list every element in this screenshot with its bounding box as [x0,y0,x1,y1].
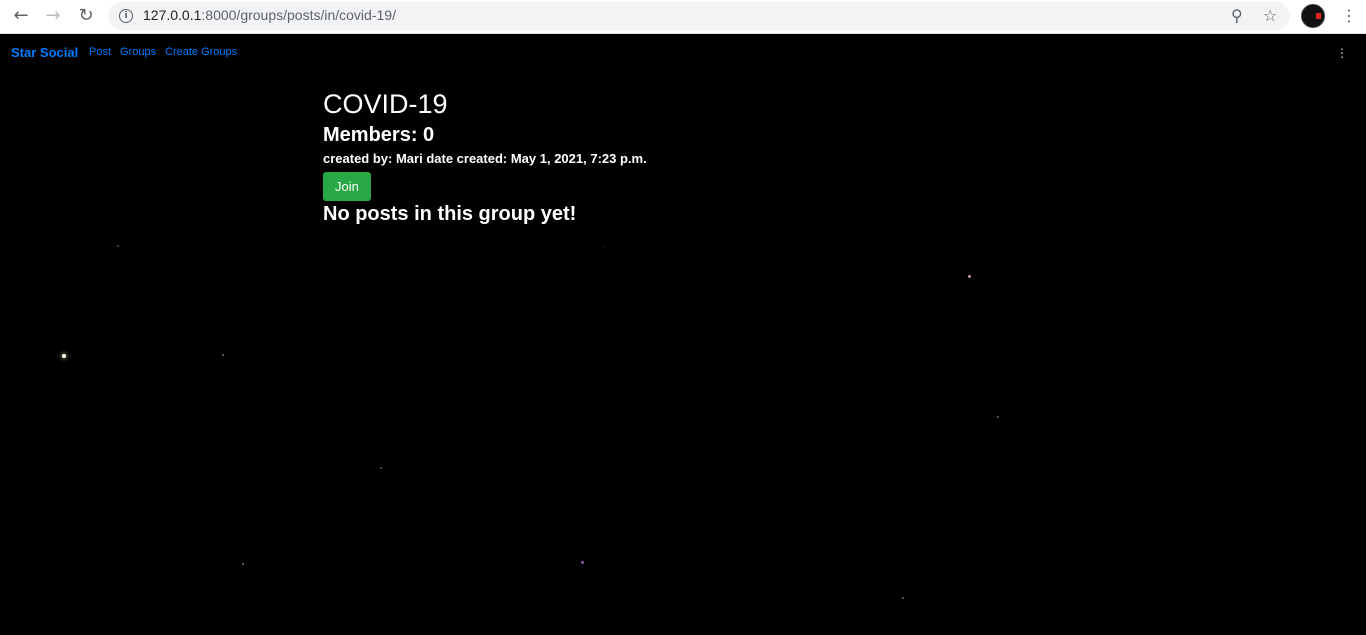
star-decoration [62,354,66,358]
info-icon[interactable]: i [119,9,133,23]
member-count: Members: 0 [323,124,435,146]
browser-toolbar: ← → ↻ i 127.0.0.1:8000/groups/posts/in/c… [0,0,1366,34]
browser-menu-icon[interactable]: ⋮ [1341,6,1357,26]
brand-link[interactable]: Star Social [11,45,78,60]
site-navbar: Star Social Post Groups Create Groups ⋮ [0,34,1366,72]
star-decoration [968,275,971,278]
star-decoration [380,467,382,469]
back-arrow-icon[interactable]: ← [8,4,34,28]
profile-avatar[interactable] [1301,4,1325,28]
join-button[interactable]: Join [323,172,371,201]
forward-arrow-icon[interactable]: → [40,4,66,28]
star-decoration [997,416,999,418]
star-decoration [603,246,604,247]
empty-posts-message: No posts in this group yet! [323,203,577,225]
nav-link-groups[interactable]: Groups [120,46,156,58]
nav-link-post[interactable]: Post [89,46,111,58]
address-bar[interactable]: i 127.0.0.1:8000/groups/posts/in/covid-1… [108,2,1290,30]
group-title: COVID-19 [323,89,448,119]
star-decoration [581,561,584,564]
navbar-menu-icon[interactable]: ⋮ [1336,46,1348,60]
group-meta: created by: Mari date created: May 1, 20… [323,151,647,166]
star-decoration [117,245,119,247]
reload-icon[interactable]: ↻ [73,4,99,28]
star-bookmark-icon[interactable]: ☆ [1263,6,1277,25]
star-decoration [222,354,224,356]
page-body: Star Social Post Groups Create Groups ⋮ … [0,34,1366,635]
nav-link-create-groups[interactable]: Create Groups [165,46,237,58]
star-decoration [242,563,244,565]
url-text[interactable]: 127.0.0.1:8000/groups/posts/in/covid-19/ [143,7,396,23]
zoom-icon[interactable]: ⚲ [1231,6,1243,25]
star-decoration [902,597,904,599]
group-detail: COVID-19 Members: 0 created by: Mari dat… [323,88,647,227]
